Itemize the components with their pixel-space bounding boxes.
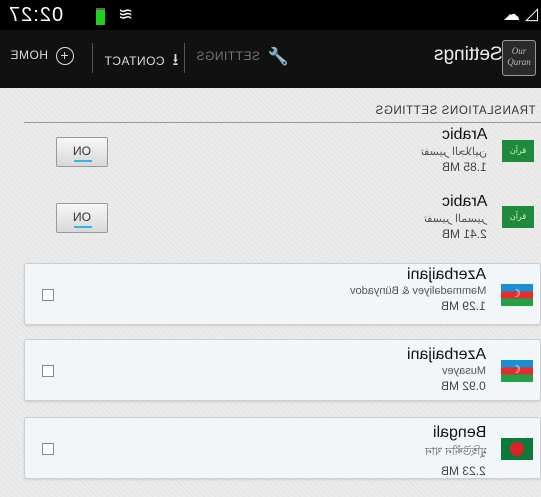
action-separator [184,43,185,73]
plus-circle-icon: + [55,47,74,65]
translation-size: 2.41 MB [442,227,487,241]
translation-name: Arabic [441,126,487,143]
azerbaijan-flag-icon [501,360,533,382]
translation-row[interactable]: قرآن Arabic تفسير المسير 2.41 MB ON [24,190,541,258]
download-checkbox[interactable] [42,289,54,301]
translation-author: Məmmədəliyev & Bünyadov [349,285,486,297]
saudi-arabia-flag-icon: قرآن [502,206,534,228]
graph-icon: ◿ [525,4,539,23]
saudi-arabia-flag-icon: قرآن [502,140,534,162]
settings-button[interactable]: SETTINGS 🔧 [196,47,290,67]
bangladesh-flag-icon [501,438,533,460]
translation-info: Azerbaijani Məmmədəliyev & Bünyadov 1.29… [350,266,486,313]
translation-card[interactable]: Azerbaijani Musayev 0.92 MB [24,339,541,401]
translation-name: Azerbaijani [406,346,486,363]
action-separator [92,43,93,73]
translation-author: تفسير المسير [424,213,487,225]
enable-toggle[interactable]: ON [56,203,108,233]
translation-card[interactable]: Bengali মুহিউদ্দীন খান 2.23 MB [24,417,541,479]
clock: 02:27 [8,4,64,26]
translation-info: Arabic تفسير الجلالين 1.85 MB [421,126,487,174]
download-checkbox[interactable] [42,365,54,377]
status-bar: 02:27 ≋ ☁ ◿ [0,0,541,30]
translation-name: Bengali [432,424,486,441]
logo-text: Our Quran [507,46,531,67]
contact-button[interactable]: CONTACT ⭳ [104,47,179,76]
translation-author: Musayev [441,365,486,377]
wrench-icon: 🔧 [267,47,290,66]
battery-icon [96,8,105,25]
download-checkbox[interactable] [42,443,54,455]
translation-author: تفسير الجلالين [421,146,487,158]
enable-toggle[interactable]: ON [56,137,108,167]
translation-name: Azerbaijani [406,266,486,283]
translation-info: Arabic تفسير المسير 2.41 MB [424,193,487,241]
translation-info: Bengali মুহিউদ্দীন খান 2.23 MB [425,424,487,478]
page-title: Settings [434,44,503,65]
cloud-upload-icon: ☁ [503,5,520,24]
translation-size: 1.29 MB [441,299,486,313]
translation-author: মুহিউদ্দীন খান [424,446,487,458]
download-icon: ⭳ [172,50,179,69]
wifi-icon: ≋ [118,4,134,24]
translation-name: Arabic [441,193,487,210]
settings-label: SETTINGS [196,49,261,64]
home-button[interactable]: HOME + [10,47,74,65]
translation-card[interactable]: Azerbaijani Məmmədəliyev & Bünyadov 1.29… [24,263,541,325]
app-logo[interactable]: Our Quran [502,40,536,76]
translation-size: 2.23 MB [441,464,486,478]
action-bar: HOME + CONTACT ⭳ SETTINGS 🔧 Settings Our… [0,30,541,88]
section-title: TRANSLATIONS SETTINGS [375,105,536,117]
translation-info: Azerbaijani Musayev 0.92 MB [407,346,486,393]
settings-content: TRANSLATIONS SETTINGS قرآن Arabic تفسير … [0,88,541,497]
translation-size: 0.92 MB [441,379,486,393]
home-label: HOME [10,48,48,63]
azerbaijan-flag-icon [501,284,533,306]
translation-row[interactable]: قرآن Arabic تفسير الجلالين 1.85 MB ON [24,126,541,194]
translation-size: 1.85 MB [442,160,487,174]
contact-label: CONTACT [104,53,165,68]
section-divider [24,122,541,123]
